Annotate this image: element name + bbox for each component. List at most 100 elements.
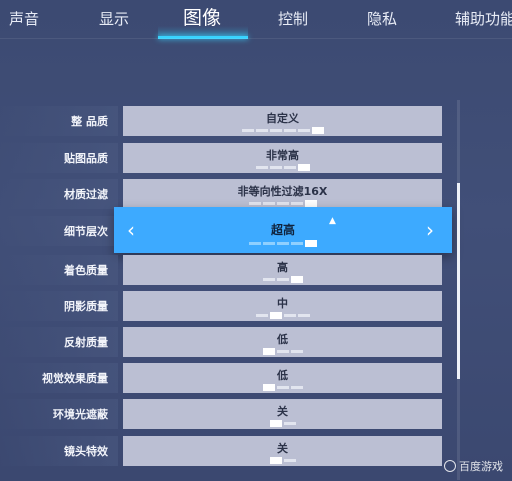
setting-value-box[interactable]: 关 xyxy=(123,399,442,429)
level-segment xyxy=(249,202,261,205)
level-segment xyxy=(291,350,303,353)
tab-accessibility[interactable]: 辅助功能 xyxy=(455,8,512,29)
top-tab-bar: 声音 显示 图像 控制 隐私 辅助功能 xyxy=(0,0,512,40)
watermark: 百度游戏 xyxy=(444,458,503,474)
level-indicator xyxy=(256,312,310,319)
level-segment xyxy=(298,314,310,317)
mouse-cursor-icon: ▲ xyxy=(329,216,336,226)
level-segment xyxy=(256,314,268,317)
level-indicator xyxy=(270,457,296,464)
level-segment xyxy=(291,242,303,245)
level-segment-active xyxy=(312,127,324,134)
level-segment-active xyxy=(263,348,275,355)
level-segment-active xyxy=(291,276,303,283)
setting-value: 超高 xyxy=(270,223,295,237)
setting-label: 阴影质量 xyxy=(64,300,108,313)
level-segment xyxy=(242,129,254,132)
level-segment xyxy=(263,278,275,281)
level-segment-active xyxy=(298,164,310,171)
level-segment-active xyxy=(305,200,317,207)
tab-display[interactable]: 显示 xyxy=(99,8,129,29)
level-segment-active xyxy=(305,240,317,247)
level-segment xyxy=(284,422,296,425)
setting-value-box[interactable]: 低 xyxy=(123,327,442,357)
level-segment-active xyxy=(263,384,275,391)
setting-label: 细节层次 xyxy=(64,225,108,238)
level-indicator xyxy=(249,200,317,207)
tab-sound[interactable]: 声音 xyxy=(9,8,39,29)
level-segment xyxy=(277,278,289,281)
setting-value: 关 xyxy=(277,405,288,418)
setting-row-reflection-quality[interactable]: 反射质量 低 xyxy=(0,327,512,357)
level-indicator xyxy=(270,420,296,427)
level-segment xyxy=(263,202,275,205)
tab-privacy[interactable]: 隐私 xyxy=(367,8,397,29)
level-segment-active xyxy=(270,457,282,464)
level-segment xyxy=(256,129,268,132)
selected-setting-box[interactable]: ‹ 超高 › xyxy=(114,207,452,253)
setting-value: 自定义 xyxy=(266,112,299,125)
level-indicator xyxy=(242,127,324,134)
setting-label: 着色质量 xyxy=(64,264,108,277)
setting-row-lens-effects[interactable]: 镜头特效 关 xyxy=(0,436,512,466)
setting-label: 环境光遮蔽 xyxy=(53,408,108,421)
chevron-right-icon[interactable]: › xyxy=(426,218,434,242)
level-segment xyxy=(291,386,303,389)
level-segment xyxy=(277,202,289,205)
setting-value-box[interactable]: 非常高 xyxy=(123,143,442,173)
setting-label: 整 品质 xyxy=(71,115,108,128)
setting-label: 材质过滤 xyxy=(64,188,108,201)
setting-value-box[interactable]: 低 xyxy=(123,363,442,393)
setting-row-shadow-quality[interactable]: 阴影质量 中 xyxy=(0,291,512,321)
level-segment-active xyxy=(270,420,282,427)
level-segment xyxy=(277,242,289,245)
setting-row-texture-quality[interactable]: 贴图品质 非常高 xyxy=(0,143,512,173)
level-segment xyxy=(291,202,303,205)
setting-label: 视觉效果质量 xyxy=(42,372,108,385)
setting-value-box[interactable]: 自定义 xyxy=(123,106,442,136)
setting-value: 中 xyxy=(277,297,288,310)
setting-label: 镜头特效 xyxy=(64,445,108,458)
level-indicator xyxy=(263,276,303,283)
setting-label: 贴图品质 xyxy=(64,152,108,165)
setting-row-visual-effects-quality[interactable]: 视觉效果质量 低 xyxy=(0,363,512,393)
watermark-text: 百度游戏 xyxy=(459,460,503,473)
setting-value: 关 xyxy=(277,442,288,455)
setting-row-shading-quality[interactable]: 着色质量 高 xyxy=(0,255,512,285)
setting-value: 非等向性过滤16X xyxy=(237,185,328,198)
level-segment xyxy=(263,242,275,245)
tab-graphics[interactable]: 图像 xyxy=(183,3,221,30)
level-segment xyxy=(284,129,296,132)
setting-row-texture-filtering[interactable]: 材质过滤 非等向性过滤16X xyxy=(0,179,512,209)
level-segment xyxy=(270,129,282,132)
setting-value-box[interactable]: 关 xyxy=(123,436,442,466)
setting-value-box[interactable]: 高 xyxy=(123,255,442,285)
setting-value-box[interactable]: 中 xyxy=(123,291,442,321)
setting-label: 反射质量 xyxy=(64,336,108,349)
level-segment xyxy=(256,166,268,169)
level-segment xyxy=(298,129,310,132)
tab-bar-divider xyxy=(0,38,512,39)
level-indicator xyxy=(263,348,303,355)
level-segment-active xyxy=(270,312,282,319)
level-segment xyxy=(270,166,282,169)
tab-controls[interactable]: 控制 xyxy=(278,8,308,29)
setting-value: 低 xyxy=(277,369,288,382)
setting-value: 低 xyxy=(277,333,288,346)
setting-value: 高 xyxy=(277,261,288,274)
level-indicator xyxy=(256,164,310,171)
level-segment xyxy=(277,386,289,389)
level-segment xyxy=(277,350,289,353)
level-indicator xyxy=(249,240,317,247)
level-indicator xyxy=(263,384,303,391)
level-segment xyxy=(284,314,296,317)
setting-value: 非常高 xyxy=(266,149,299,162)
setting-value-box[interactable]: 非等向性过滤16X xyxy=(123,179,442,209)
level-segment xyxy=(284,166,296,169)
setting-row-ambient-occlusion[interactable]: 环境光遮蔽 关 xyxy=(0,399,512,429)
level-segment xyxy=(249,242,261,245)
setting-row-overall-quality[interactable]: 整 品质 自定义 xyxy=(0,106,512,136)
baidu-games-logo-icon xyxy=(444,460,456,472)
level-segment xyxy=(284,459,296,462)
scrollbar-thumb[interactable] xyxy=(457,183,460,379)
